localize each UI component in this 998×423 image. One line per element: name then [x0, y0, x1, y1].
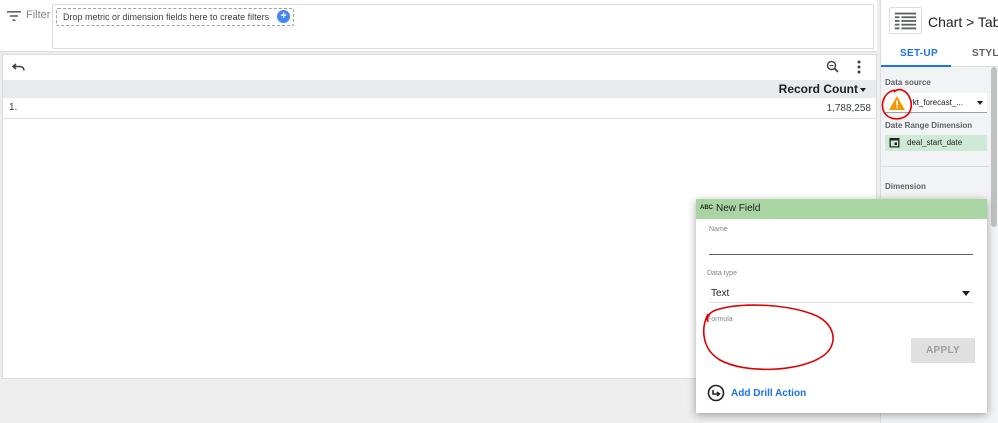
- filter-icon[interactable]: [7, 10, 21, 22]
- section-divider: [881, 166, 989, 167]
- dimension-label: Dimension: [885, 182, 926, 191]
- new-field-dialog: ABC New Field Name Data type Text Formul…: [696, 199, 987, 413]
- table-chart-icon: [889, 7, 922, 34]
- data-type-select[interactable]: Text: [709, 283, 973, 303]
- column-header-record-count[interactable]: Record Count: [779, 82, 858, 96]
- row-value: 1,788,258: [826, 103, 872, 114]
- filter-drop-hint[interactable]: Drop metric or dimension fields here to …: [56, 8, 295, 26]
- apply-button[interactable]: APPLY: [911, 338, 975, 363]
- new-field-header: ABC New Field: [696, 199, 987, 219]
- tab-setup[interactable]: SET-UP: [900, 48, 938, 59]
- more-vert-icon[interactable]: [856, 59, 862, 75]
- date-range-label: Date Range Dimension: [885, 121, 973, 130]
- filter-label: Filter: [26, 9, 51, 21]
- tab-style[interactable]: STYLE: [972, 48, 998, 59]
- filter-drop-zone[interactable]: Drop metric or dimension fields here to …: [52, 4, 874, 49]
- sort-desc-icon[interactable]: [860, 88, 866, 92]
- data-source-label: Data source: [885, 78, 931, 87]
- name-input[interactable]: [709, 238, 973, 255]
- breadcrumb: Chart > Tabl: [928, 14, 998, 30]
- undo-icon[interactable]: [12, 61, 26, 73]
- panel-scrollbar[interactable]: [989, 67, 998, 423]
- row-index: 1.: [9, 102, 18, 113]
- date-range-field: deal_start_date: [907, 138, 963, 147]
- table-toolbar: [3, 55, 876, 79]
- calendar-icon: [889, 138, 900, 148]
- name-label: Name: [709, 226, 728, 233]
- formula-input[interactable]: [706, 325, 886, 365]
- panel-tabs: SET-UP STYLE: [881, 42, 998, 67]
- data-type-label: Data type: [707, 270, 737, 277]
- filter-bar: Filter Drop metric or dimension fields h…: [0, 0, 877, 52]
- data-source-name: rkt_forecast_...: [910, 98, 963, 107]
- table-header-row: Record Count: [3, 80, 876, 98]
- chevron-down-icon[interactable]: [977, 101, 983, 105]
- data-type-value: Text: [711, 288, 730, 299]
- drill-action-icon[interactable]: [707, 384, 725, 402]
- text-type-icon: ABC: [700, 205, 713, 211]
- drop-hint-text: Drop metric or dimension fields here to …: [63, 12, 270, 22]
- date-range-chip[interactable]: deal_start_date: [885, 135, 987, 151]
- panel-header: Chart > Tabl: [881, 0, 998, 42]
- scrollbar-thumb[interactable]: [991, 67, 997, 227]
- new-field-title: New Field: [716, 203, 761, 214]
- data-source-selector[interactable]: rkt_forecast_...: [885, 93, 987, 113]
- table-row: 1. 1,788,258: [3, 98, 876, 119]
- add-drill-action-link[interactable]: Add Drill Action: [731, 388, 806, 399]
- formula-label: Formula: [707, 316, 733, 323]
- chevron-down-icon[interactable]: [962, 291, 970, 296]
- zoom-icon[interactable]: [826, 60, 839, 73]
- add-filter-icon[interactable]: +: [277, 10, 291, 23]
- warning-icon[interactable]: [888, 95, 906, 111]
